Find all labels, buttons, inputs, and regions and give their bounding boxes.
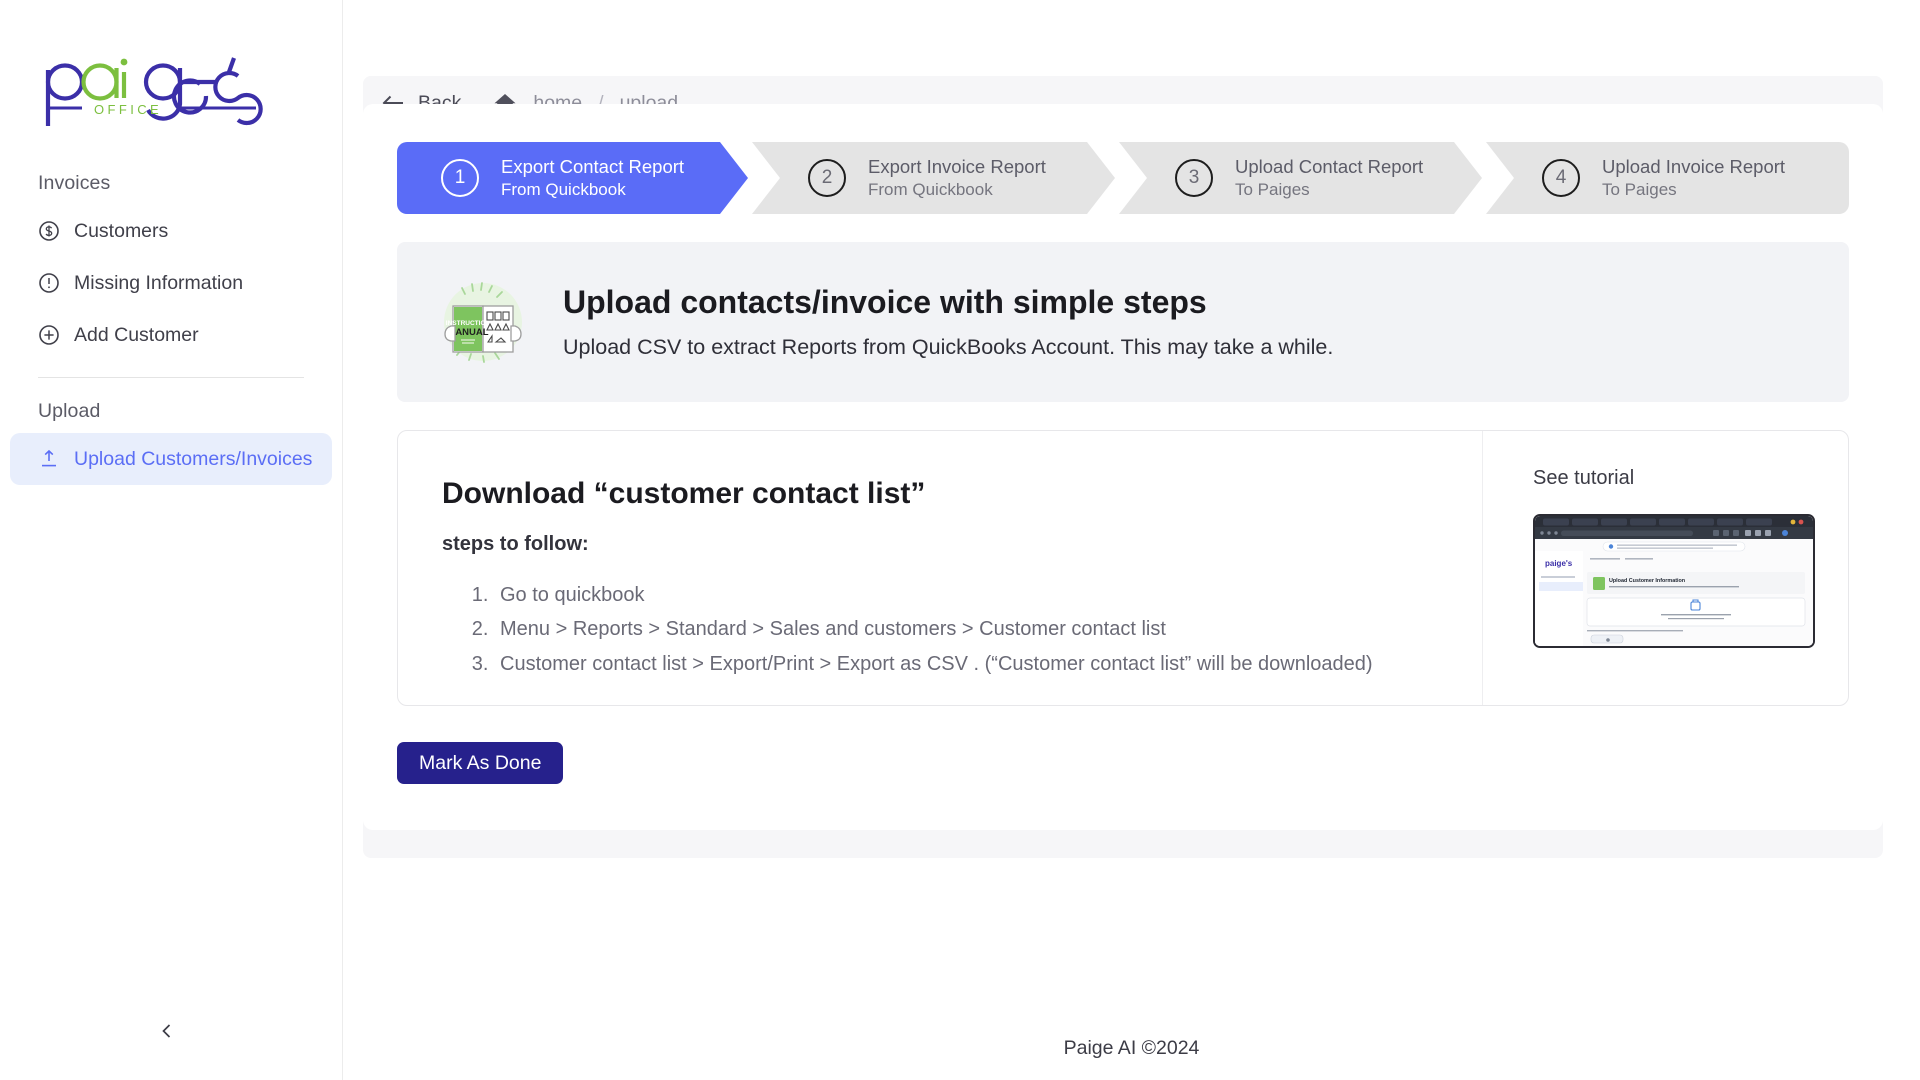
download-instructions-left: Download “customer contact list” steps t… xyxy=(398,431,1482,705)
sidebar: OFFICE Invoices Customers Missing Inform… xyxy=(0,0,343,1080)
sidebar-item-label: Upload Customers/Invoices xyxy=(74,447,313,470)
mark-as-done-button[interactable]: Mark As Done xyxy=(397,742,564,784)
dollar-circle-icon xyxy=(38,220,60,242)
svg-text:Upload Customer Information: Upload Customer Information xyxy=(1609,578,1685,584)
tutorial-thumbnail-image: paige's Upload Customer Information xyxy=(1535,516,1813,646)
sidebar-item-missing-information[interactable]: Missing Information xyxy=(10,257,332,309)
upload-icon xyxy=(38,448,60,470)
see-tutorial-label: See tutorial xyxy=(1533,467,1635,489)
sidebar-section-title-upload: Upload xyxy=(38,400,101,422)
download-card-title: Download “customer contact list” xyxy=(442,477,926,510)
download-steps-list: Go to quickbook Menu > Reports > Standar… xyxy=(494,578,1482,681)
step-subtitle: From Quickbook xyxy=(868,180,993,200)
sidebar-collapse-button[interactable] xyxy=(150,1014,184,1048)
info-banner-subtitle: Upload CSV to extract Reports from Quick… xyxy=(563,335,1334,359)
stepper-step-1[interactable]: 1 Export Contact Report From Quickbook xyxy=(397,142,748,214)
instruction-manual-icon: INSTRUCTION MANUAL xyxy=(431,270,535,374)
stepper-step-4[interactable]: 4 Upload Invoice Report To Paiges xyxy=(1486,142,1849,214)
sidebar-item-label: Customers xyxy=(74,219,169,242)
step-title: Upload Contact Report xyxy=(1235,156,1424,178)
stepper-step-2[interactable]: 2 Export Invoice Report From Quickbook xyxy=(752,142,1115,214)
main-content: Back home / upload 1 Export Contact Repo… xyxy=(343,0,1920,1080)
list-item: Menu > Reports > Standard > Sales and cu… xyxy=(494,612,1482,646)
info-banner: INSTRUCTION MANUAL Upload contacts/invoi… xyxy=(397,242,1849,402)
sidebar-item-label: Missing Information xyxy=(74,271,244,294)
download-instructions-card: Download “customer contact list” steps t… xyxy=(397,430,1849,706)
step-subtitle: From Quickbook xyxy=(501,180,626,200)
step-title: Upload Invoice Report xyxy=(1602,156,1786,178)
page-card: 1 Export Contact Report From Quickbook 2… xyxy=(363,104,1883,830)
plus-circle-icon xyxy=(38,324,60,346)
step-number: 4 xyxy=(1542,159,1580,197)
tutorial-panel: See tutorial paige's Upload Customer Inf… xyxy=(1482,431,1848,705)
step-number: 3 xyxy=(1175,159,1213,197)
content-shell: Back home / upload 1 Export Contact Repo… xyxy=(363,76,1883,858)
sidebar-item-customers[interactable]: Customers xyxy=(10,205,332,257)
step-subtitle: To Paiges xyxy=(1235,180,1310,200)
logo-office-text: OFFICE xyxy=(94,102,162,117)
tutorial-video-thumbnail[interactable]: paige's Upload Customer Information xyxy=(1533,514,1815,648)
paiges-office-logo-icon: OFFICE xyxy=(45,57,263,126)
step-number: 2 xyxy=(808,159,846,197)
steps-to-follow-label: steps to follow: xyxy=(442,533,589,555)
sidebar-nav-invoices: Customers Missing Information Add Custom… xyxy=(0,205,342,361)
step-title: Export Contact Report xyxy=(501,156,685,178)
brand-logo[interactable]: OFFICE xyxy=(0,0,342,150)
step-number: 1 xyxy=(441,159,479,197)
app-root: ··· xyxy=(0,0,1920,1080)
footer-text: Paige AI ©2024 xyxy=(1063,1037,1200,1059)
step-subtitle: To Paiges xyxy=(1602,180,1677,200)
stepper-step-3[interactable]: 3 Upload Contact Report To Paiges xyxy=(1119,142,1482,214)
sidebar-section-title-invoices: Invoices xyxy=(38,172,111,194)
alert-circle-icon xyxy=(38,272,60,294)
list-item: Go to quickbook xyxy=(494,578,1482,612)
sidebar-item-add-customer[interactable]: Add Customer xyxy=(10,309,332,361)
info-banner-title: Upload contacts/invoice with simple step… xyxy=(563,284,1207,320)
step-title: Export Invoice Report xyxy=(868,156,1046,178)
svg-text:paige's: paige's xyxy=(1545,559,1573,568)
chevron-left-icon xyxy=(162,1024,171,1038)
sidebar-item-label: Add Customer xyxy=(74,323,199,346)
list-item: Customer contact list > Export/Print > E… xyxy=(494,647,1482,681)
sidebar-nav-upload: Upload Customers/Invoices xyxy=(0,433,342,485)
progress-stepper: 1 Export Contact Report From Quickbook 2… xyxy=(397,142,1849,214)
sidebar-item-upload-customers-invoices[interactable]: Upload Customers/Invoices xyxy=(10,433,332,485)
